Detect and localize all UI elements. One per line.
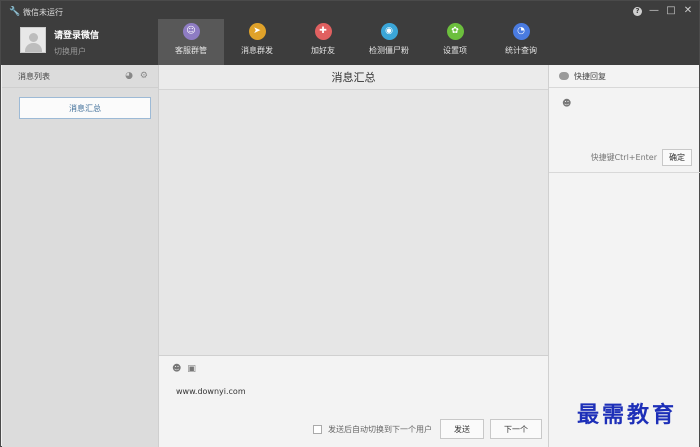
switch-user-link[interactable]: 切换用户 — [54, 46, 99, 57]
close-icon[interactable]: ✕ — [683, 5, 693, 17]
nav-item-label: 设置项 — [443, 46, 467, 55]
window-controls: ? — □ ✕ — [633, 5, 693, 17]
nav-item-5[interactable]: ◔ 统计查询 — [488, 19, 554, 65]
maximize-icon[interactable]: □ — [666, 5, 676, 17]
message-summary-panel: 消息汇总 ☻ ▣ www.downyi.com 发送后自动切换到下一个用户 发送… — [159, 65, 548, 447]
customer-service-icon: ☺ — [182, 23, 200, 40]
compose-area: ☻ ▣ www.downyi.com 发送后自动切换到下一个用户 发送 下一个 — [159, 355, 548, 447]
quick-reply-title: 快捷回复 — [574, 71, 606, 81]
message-list-panel: 消息列表 ◕ ⚙ 消息汇总 — [2, 65, 159, 447]
speech-bubble-icon — [559, 72, 569, 80]
image-icon[interactable]: ▣ — [187, 364, 196, 374]
help-icon[interactable]: ? — [633, 6, 642, 16]
shortcut-hint: 快捷键Ctrl+Enter — [590, 153, 657, 162]
detect-icon: ◉ — [380, 23, 398, 40]
user-box: 请登录微信 切换用户 — [20, 27, 99, 57]
chat-icon[interactable]: ◕ — [125, 71, 133, 81]
message-list-header: 消息列表 ◕ ⚙ — [2, 65, 158, 88]
settings-icon: ✿ — [446, 23, 464, 40]
next-button[interactable]: 下一个 — [490, 419, 542, 439]
nav-item-label: 检测僵尸粉 — [369, 46, 409, 55]
nav-item-label: 加好友 — [311, 46, 335, 55]
message-list-title: 消息列表 — [18, 71, 50, 81]
titlebar: 🔧 微信未运行 — [9, 5, 63, 19]
add-friend-icon: ✚ — [314, 23, 332, 40]
quick-reply-panel: 快捷回复 ☻ 快捷键Ctrl+Enter 确定 — [548, 65, 700, 447]
nav-item-1[interactable]: ➤ 消息群发 — [224, 19, 290, 65]
header: 🔧 微信未运行 ? — □ ✕ 请登录微信 切换用户 ☺ 客服群管 ➤ 消息群发 ✚ 加好… — [1, 1, 699, 65]
app-window: 🔧 微信未运行 ? — □ ✕ 请登录微信 切换用户 ☺ 客服群管 ➤ 消息群发 ✚ 加好… — [0, 0, 700, 447]
minimize-icon[interactable]: — — [649, 5, 659, 17]
nav-item-0[interactable]: ☺ 客服群管 — [158, 19, 224, 65]
message-summary-button[interactable]: 消息汇总 — [19, 97, 151, 119]
nav-item-label: 消息群发 — [241, 46, 273, 55]
nav-item-label: 统计查询 — [505, 46, 537, 55]
login-prompt[interactable]: 请登录微信 — [54, 28, 99, 41]
send-icon: ➤ — [248, 23, 266, 40]
send-button[interactable]: 发送 — [440, 419, 484, 439]
window-title: 微信未运行 — [23, 7, 63, 17]
watermark-logo: 最需教育 — [577, 402, 678, 428]
confirm-button[interactable]: 确定 — [662, 149, 692, 166]
compose-input[interactable]: www.downyi.com — [176, 387, 246, 396]
emoji-icon[interactable]: ☻ — [562, 99, 571, 109]
nav-item-label: 客服群管 — [175, 46, 207, 55]
quick-reply-header: 快捷回复 — [549, 65, 699, 88]
main-nav: ☺ 客服群管 ➤ 消息群发 ✚ 加好友 ◉ 检测僵尸粉 ✿ 设置项 ◔ 统计查询 — [158, 19, 554, 65]
auto-switch-label: 发送后自动切换到下一个用户 — [328, 424, 432, 434]
stats-icon: ◔ — [512, 23, 530, 40]
nav-item-3[interactable]: ◉ 检测僵尸粉 — [356, 19, 422, 65]
emoji-icon[interactable]: ☻ — [172, 364, 181, 374]
avatar[interactable] — [20, 27, 46, 53]
auto-switch-checkbox[interactable] — [313, 424, 322, 434]
nav-item-2[interactable]: ✚ 加好友 — [290, 19, 356, 65]
wrench-icon: 🔧 — [9, 7, 21, 17]
gear-icon[interactable]: ⚙ — [140, 71, 148, 81]
nav-item-4[interactable]: ✿ 设置项 — [422, 19, 488, 65]
panel-title: 消息汇总 — [159, 65, 548, 90]
